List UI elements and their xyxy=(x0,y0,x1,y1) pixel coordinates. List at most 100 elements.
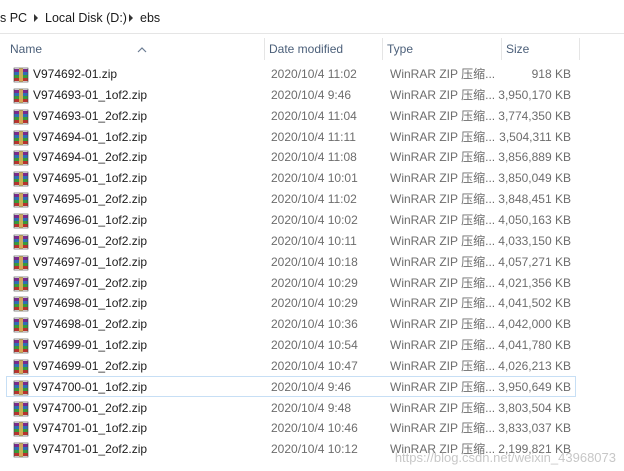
file-row[interactable]: V974692-01.zip 2020/10/4 11:02 WinRAR ZIP … xyxy=(6,63,576,84)
file-date-modified: 2020/10/4 10:54 xyxy=(271,338,358,353)
file-row[interactable]: V974699-01_2of2.zip 2020/10/4 10:47 WinRAR… xyxy=(6,355,576,376)
file-date-modified: 2020/10/4 9:48 xyxy=(271,400,352,415)
winrar-archive-icon xyxy=(13,213,29,229)
file-size: 4,041,502 KB xyxy=(498,296,571,311)
winrar-archive-icon xyxy=(13,296,29,312)
file-row[interactable]: V974696-01_2of2.zip 2020/10/4 10:11 WinRAR… xyxy=(6,230,576,251)
winrar-archive-icon xyxy=(13,150,29,166)
file-row[interactable]: V974700-01_2of2.zip 2020/10/4 9:48 WinRAR … xyxy=(6,397,576,418)
file-date-modified: 2020/10/4 10:18 xyxy=(271,254,358,269)
file-name: V974700-01_2of2.zip xyxy=(33,400,148,415)
file-date-modified: 2020/10/4 10:01 xyxy=(271,171,358,186)
file-name: V974696-01_1of2.zip xyxy=(33,212,148,227)
file-size: 3,774,350 KB xyxy=(498,108,571,123)
file-size: 4,057,271 KB xyxy=(498,254,571,269)
column-header-date-label: Date modified xyxy=(269,42,344,56)
file-date-modified: 2020/10/4 10:11 xyxy=(271,233,357,248)
file-size: 918 KB xyxy=(531,67,571,81)
chevron-right-icon[interactable] xyxy=(127,12,135,24)
file-date-modified: 2020/10/4 11:02 xyxy=(271,67,357,81)
file-name: V974692-01.zip xyxy=(33,67,118,81)
file-row[interactable]: V974700-01_1of2.zip 2020/10/4 9:46 WinRAR … xyxy=(6,375,576,397)
file-type: WinRAR ZIP 压缩... xyxy=(390,400,496,415)
file-date-modified: 2020/10/4 10:12 xyxy=(271,442,358,457)
column-header-type[interactable]: Type xyxy=(383,38,502,60)
file-name: V974697-01_1of2.zip xyxy=(33,254,148,269)
winrar-archive-icon xyxy=(13,171,29,187)
file-type: WinRAR ZIP 压缩... xyxy=(390,212,496,227)
address-bar[interactable]: s PC Local Disk (D:) ebs xyxy=(0,0,624,34)
sort-ascending-icon xyxy=(137,38,147,53)
winrar-archive-icon xyxy=(13,88,29,104)
winrar-archive-icon xyxy=(13,338,29,354)
file-date-modified: 2020/10/4 9:46 xyxy=(271,379,352,394)
file-row[interactable]: V974696-01_1of2.zip 2020/10/4 10:02 WinRAR… xyxy=(6,209,576,230)
file-size: 3,950,649 KB xyxy=(498,379,571,394)
file-type: WinRAR ZIP 压缩... xyxy=(390,296,496,311)
file-date-modified: 2020/10/4 10:36 xyxy=(271,317,358,332)
winrar-archive-icon xyxy=(13,401,29,417)
file-name: V974697-01_2of2.zip xyxy=(33,275,148,290)
file-name: V974699-01_1of2.zip xyxy=(33,338,148,353)
file-size: 4,050,163 KB xyxy=(498,212,571,227)
file-row[interactable]: V974697-01_1of2.zip 2020/10/4 10:18 WinRAR… xyxy=(6,251,576,272)
file-size: 4,026,213 KB xyxy=(498,358,571,373)
file-row[interactable]: V974694-01_2of2.zip 2020/10/4 11:08 WinRAR… xyxy=(6,146,576,167)
file-name: V974696-01_2of2.zip xyxy=(33,233,148,248)
file-row[interactable]: V974698-01_1of2.zip 2020/10/4 10:29 WinRAR… xyxy=(6,292,576,313)
file-type: WinRAR ZIP 压缩... xyxy=(390,150,496,165)
column-header-row: Name Date modified Type Size xyxy=(0,38,624,60)
file-name: V974698-01_2of2.zip xyxy=(33,317,148,332)
winrar-archive-icon xyxy=(13,380,29,396)
file-type: WinRAR ZIP 压缩... xyxy=(390,129,496,144)
breadcrumb-local-disk[interactable]: Local Disk (D:) xyxy=(45,10,127,26)
file-type: WinRAR ZIP 压缩... xyxy=(390,421,496,436)
winrar-archive-icon xyxy=(13,442,29,458)
chevron-right-icon[interactable] xyxy=(32,12,40,24)
breadcrumb-ebs[interactable]: ebs xyxy=(140,10,160,26)
file-row[interactable]: V974695-01_2of2.zip 2020/10/4 11:02 WinRAR… xyxy=(6,188,576,209)
winrar-archive-icon xyxy=(13,276,29,292)
winrar-archive-icon xyxy=(13,234,29,250)
file-row[interactable]: V974693-01_2of2.zip 2020/10/4 11:04 WinRAR… xyxy=(6,105,576,126)
file-size: 4,021,356 KB xyxy=(498,275,571,290)
file-type: WinRAR ZIP 压缩... xyxy=(390,87,496,102)
column-header-date[interactable]: Date modified xyxy=(265,38,383,60)
file-row[interactable]: V974698-01_2of2.zip 2020/10/4 10:36 WinRAR… xyxy=(6,313,576,334)
file-name: V974701-01_2of2.zip xyxy=(33,442,148,457)
breadcrumb-this-pc[interactable]: s PC xyxy=(0,10,27,26)
file-row[interactable]: V974693-01_1of2.zip 2020/10/4 9:46 WinRAR … xyxy=(6,84,576,105)
column-header-name[interactable]: Name xyxy=(6,38,265,60)
file-row[interactable]: V974694-01_1of2.zip 2020/10/4 11:11 WinRAR… xyxy=(6,126,576,147)
winrar-archive-icon xyxy=(13,67,29,83)
winrar-archive-icon xyxy=(13,109,29,125)
file-date-modified: 2020/10/4 11:11 xyxy=(271,129,356,144)
file-name: V974693-01_2of2.zip xyxy=(33,108,148,123)
column-header-size[interactable]: Size xyxy=(502,38,580,60)
file-size: 3,833,037 KB xyxy=(498,421,571,436)
file-date-modified: 2020/10/4 10:02 xyxy=(271,212,358,227)
column-header-type-label: Type xyxy=(387,42,414,56)
file-name: V974694-01_1of2.zip xyxy=(33,129,148,144)
file-type: WinRAR ZIP 压缩... xyxy=(390,233,496,248)
file-type: WinRAR ZIP 压缩... xyxy=(390,275,496,290)
file-row[interactable]: V974701-01_1of2.zip 2020/10/4 10:46 WinRAR… xyxy=(6,417,576,438)
winrar-archive-icon xyxy=(13,421,29,437)
winrar-archive-icon xyxy=(13,192,29,208)
file-size: 3,504,311 KB xyxy=(499,129,571,144)
file-row[interactable]: V974695-01_1of2.zip 2020/10/4 10:01 WinRAR… xyxy=(6,167,576,188)
file-size: 3,856,889 KB xyxy=(498,150,571,165)
file-date-modified: 2020/10/4 11:08 xyxy=(271,150,357,165)
file-size: 3,803,504 KB xyxy=(498,400,571,415)
file-size: 3,950,170 KB xyxy=(498,87,571,102)
file-row[interactable]: V974697-01_2of2.zip 2020/10/4 10:29 WinRAR… xyxy=(6,272,576,293)
file-name: V974693-01_1of2.zip xyxy=(33,87,148,102)
watermark: https://blog.csdn.net/weixin_43968073 xyxy=(394,450,616,465)
column-header-size-label: Size xyxy=(506,42,530,56)
winrar-archive-icon xyxy=(13,359,29,375)
file-type: WinRAR ZIP 压缩... xyxy=(390,192,496,207)
file-date-modified: 2020/10/4 10:47 xyxy=(271,358,358,373)
file-name: V974701-01_1of2.zip xyxy=(33,421,148,436)
file-date-modified: 2020/10/4 10:29 xyxy=(271,296,358,311)
file-row[interactable]: V974699-01_1of2.zip 2020/10/4 10:54 WinRAR… xyxy=(6,334,576,355)
